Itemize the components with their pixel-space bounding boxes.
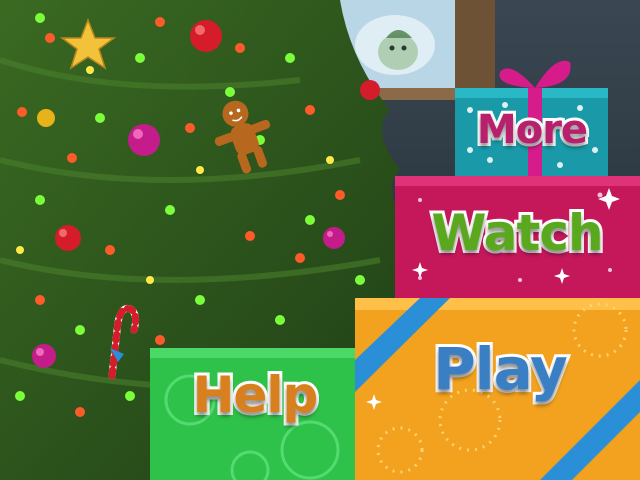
watch-button-label[interactable]: Watch bbox=[412, 205, 622, 261]
play-button-label[interactable]: Play bbox=[410, 337, 590, 401]
more-button-label[interactable]: More bbox=[462, 107, 602, 153]
help-button-label[interactable]: Help bbox=[175, 367, 335, 423]
